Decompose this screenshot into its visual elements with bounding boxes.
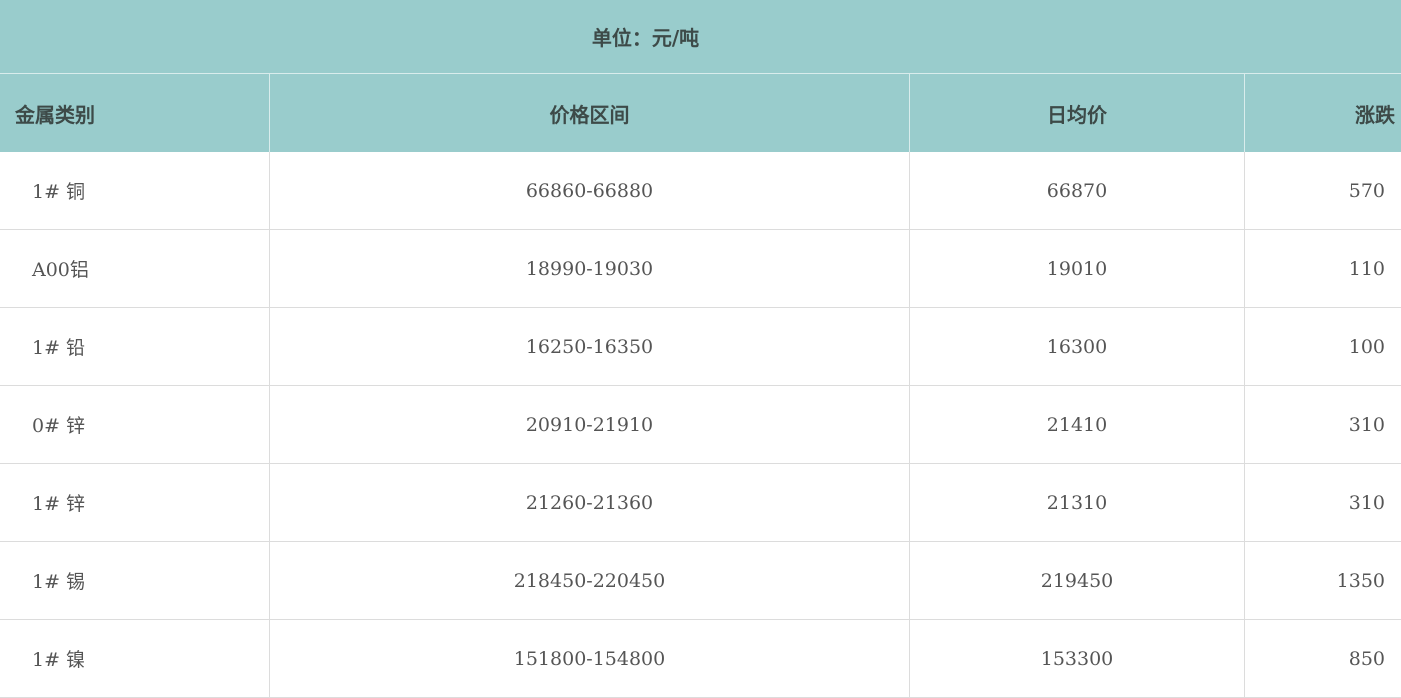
cell-change: 310	[1348, 491, 1385, 514]
table-row: 1# 锌 21260-21360 21310 310	[0, 464, 1401, 542]
cell-range: 218450-220450	[270, 542, 910, 619]
cell-metal: 1# 镍	[0, 620, 270, 697]
cell-metal: 1# 铅	[0, 308, 270, 385]
cell-change: 1350	[1336, 569, 1385, 592]
table-row: 0# 锌 20910-21910 21410 310	[0, 386, 1401, 464]
cell-change: 100	[1348, 335, 1385, 358]
header-change: 涨跌	[1355, 102, 1395, 127]
unit-header: 单位：元/吨	[0, 0, 1401, 74]
cell-range: 151800-154800	[270, 620, 910, 697]
column-header-row: 金属类别 价格区间 日均价 涨跌	[0, 74, 1401, 152]
header-metal: 金属类别	[0, 74, 270, 152]
cell-range: 20910-21910	[270, 386, 910, 463]
cell-avg: 219450	[910, 542, 1245, 619]
cell-change: 310	[1348, 413, 1385, 436]
table-row: 1# 铜 66860-66880 66870 570	[0, 152, 1401, 230]
table-row: 1# 铅 16250-16350 16300 100	[0, 308, 1401, 386]
cell-range: 18990-19030	[270, 230, 910, 307]
cell-metal: 1# 铜	[0, 152, 270, 229]
header-avg: 日均价	[910, 74, 1245, 152]
cell-avg: 16300	[910, 308, 1245, 385]
metal-price-table: 单位：元/吨 金属类别 价格区间 日均价 涨跌 1# 铜 66860-66880…	[0, 0, 1401, 698]
cell-metal: A00铝	[0, 230, 270, 307]
cell-metal: 1# 锡	[0, 542, 270, 619]
cell-change: 850	[1348, 647, 1385, 670]
cell-metal: 1# 锌	[0, 464, 270, 541]
unit-label: 单位：元/吨	[591, 26, 700, 50]
cell-range: 66860-66880	[270, 152, 910, 229]
cell-avg: 66870	[910, 152, 1245, 229]
cell-avg: 21310	[910, 464, 1245, 541]
cell-range: 16250-16350	[270, 308, 910, 385]
header-range: 价格区间	[270, 74, 910, 152]
table-row: 1# 锡 218450-220450 219450 1350	[0, 542, 1401, 620]
cell-range: 21260-21360	[270, 464, 910, 541]
table-row: 1# 镍 151800-154800 153300 850	[0, 620, 1401, 698]
cell-change: 570	[1348, 179, 1385, 202]
cell-avg: 21410	[910, 386, 1245, 463]
cell-metal: 0# 锌	[0, 386, 270, 463]
cell-change: 110	[1348, 257, 1385, 280]
cell-avg: 19010	[910, 230, 1245, 307]
table-row: A00铝 18990-19030 19010 110	[0, 230, 1401, 308]
cell-avg: 153300	[910, 620, 1245, 697]
